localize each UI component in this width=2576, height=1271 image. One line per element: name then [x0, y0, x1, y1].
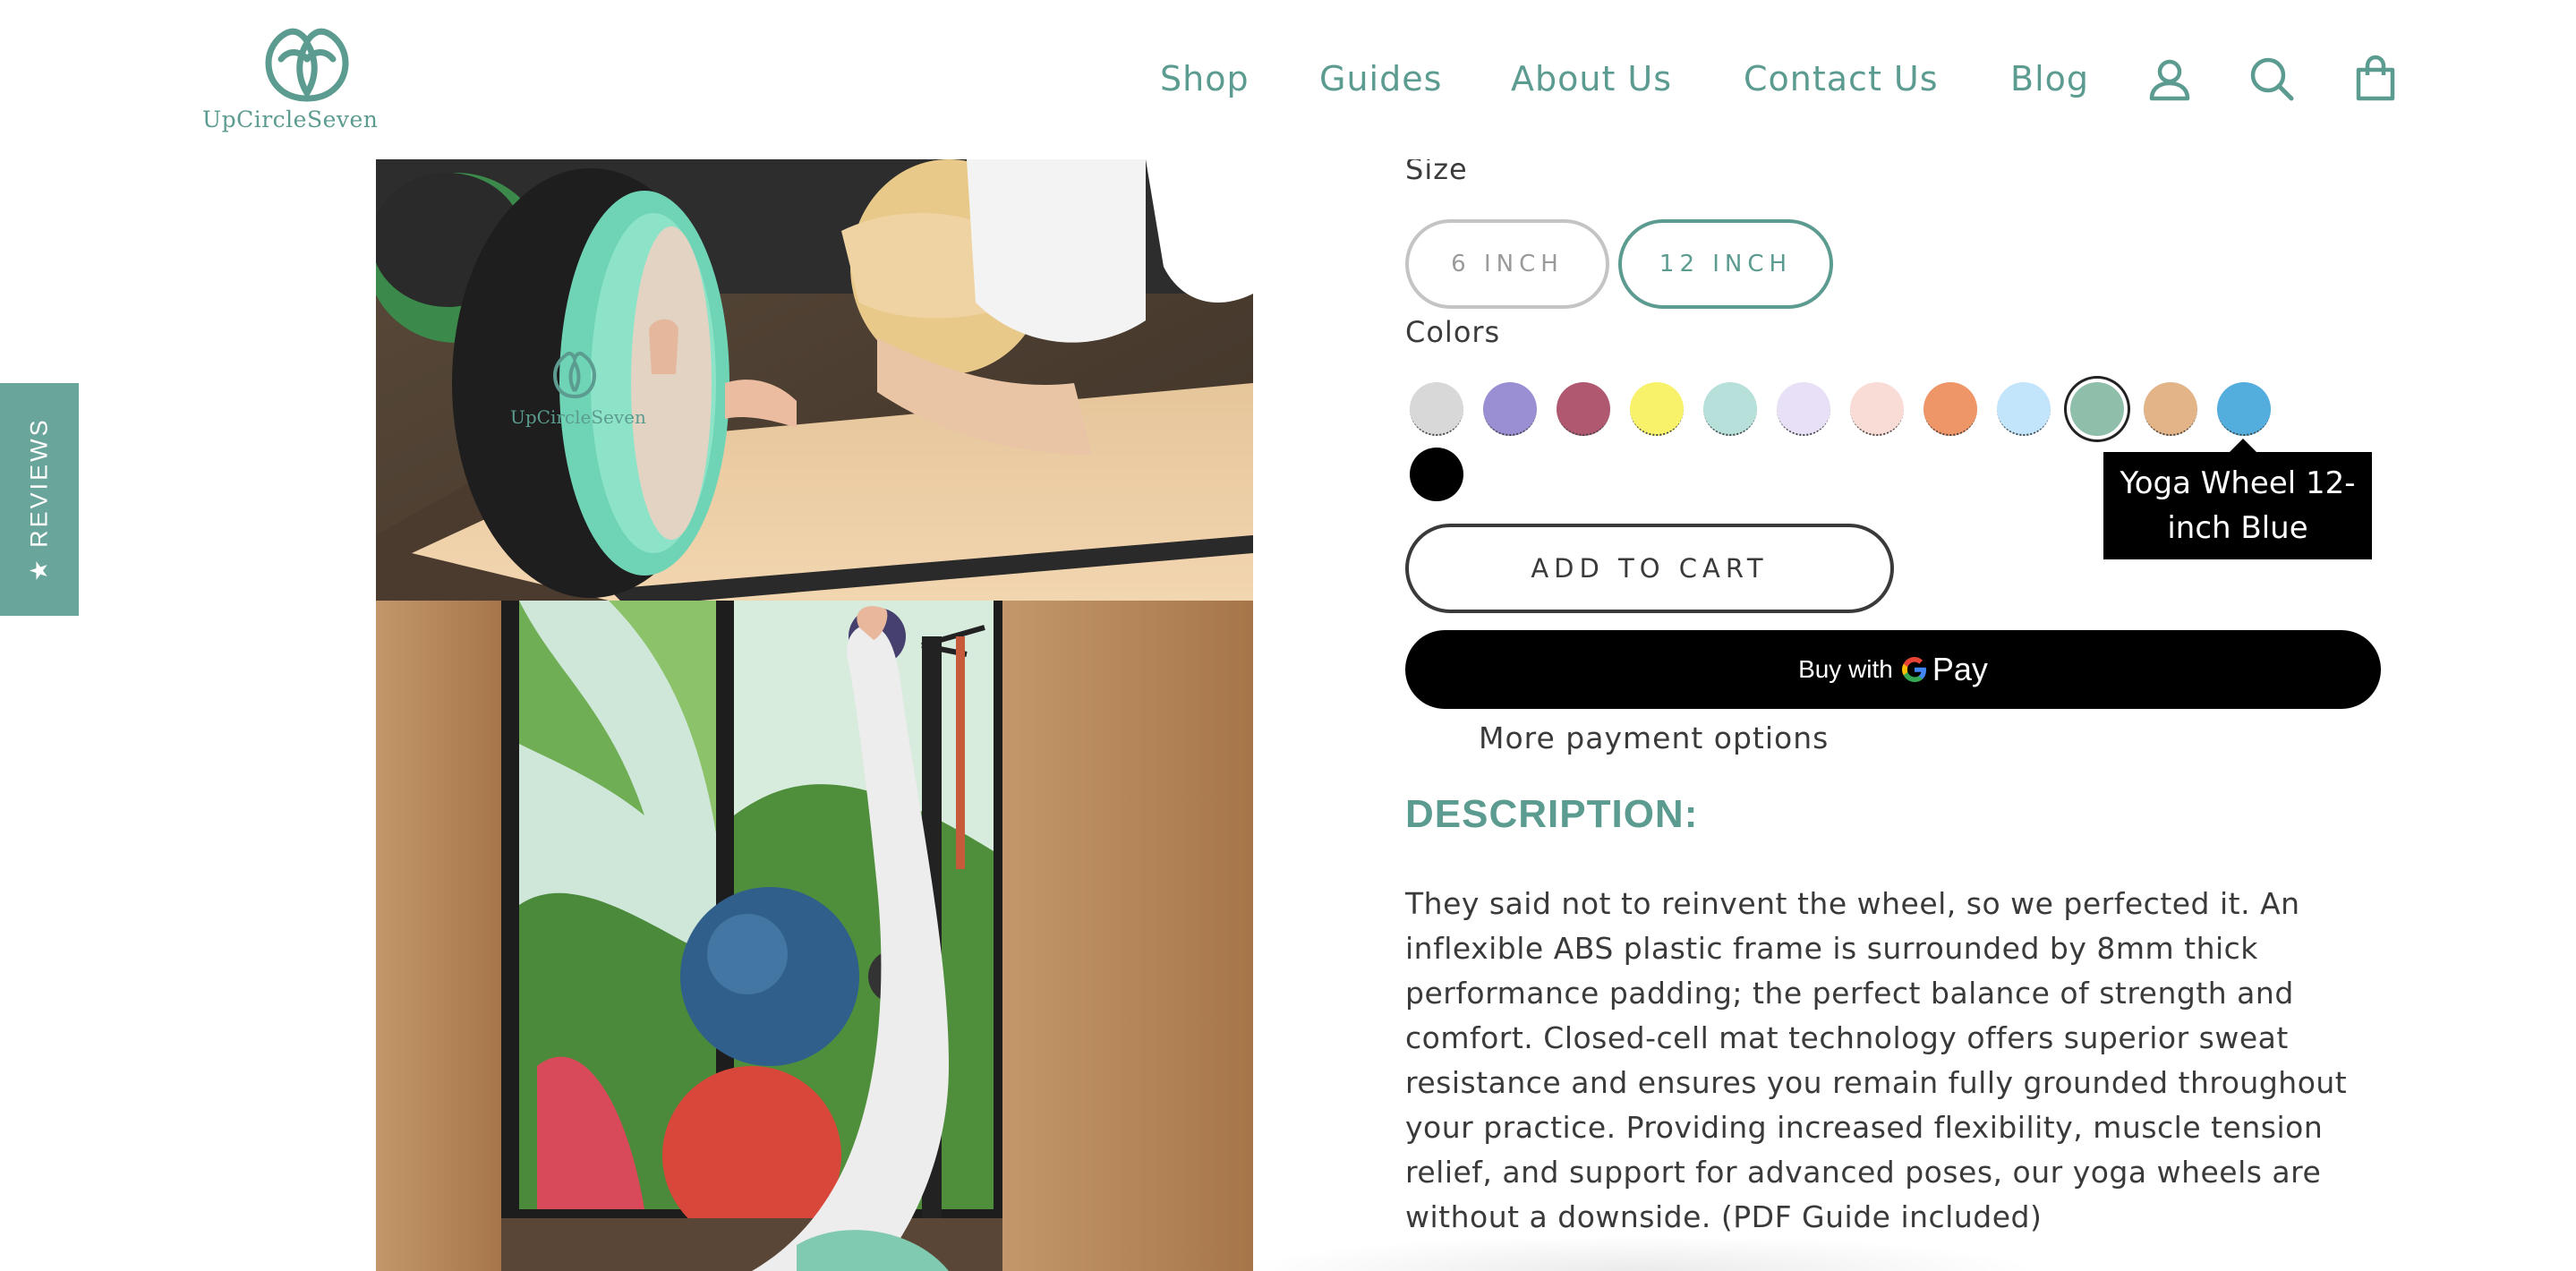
- color-swatch-4[interactable]: [1630, 382, 1684, 436]
- nav-contact-us[interactable]: Contact Us: [1744, 54, 1939, 104]
- color-swatch-5[interactable]: [1703, 382, 1757, 436]
- product-image-pose[interactable]: [376, 601, 1253, 1271]
- description-heading: DESCRIPTION:: [1405, 792, 1699, 836]
- site-header: UpCircleSeven Shop Guides About Us Conta…: [0, 0, 2576, 159]
- brand-wordmark: UpCircleSeven: [202, 107, 379, 132]
- bottom-shadow: [1235, 1235, 2041, 1271]
- reviews-tab[interactable]: ★ REVIEWS: [0, 383, 79, 616]
- color-swatch-13[interactable]: [1410, 448, 1463, 501]
- brand-logo[interactable]: UpCircleSeven: [202, 23, 412, 134]
- tooltip-arrow: [2229, 439, 2257, 453]
- product-image-wheel[interactable]: UpCircleSeven: [376, 159, 1253, 601]
- description-text: They said not to reinvent the wheel, so …: [1405, 886, 2348, 1234]
- color-tooltip: Yoga Wheel 12-inch Blue: [2103, 452, 2372, 559]
- add-to-cart-button[interactable]: ADD TO CART: [1405, 524, 1894, 613]
- search-icon[interactable]: [2247, 54, 2297, 104]
- color-swatch-11[interactable]: [2144, 382, 2197, 436]
- size-option-12-inch[interactable]: 12 INCH: [1618, 219, 1833, 309]
- color-swatch-6[interactable]: [1777, 382, 1830, 436]
- color-swatch-7[interactable]: [1850, 382, 1904, 436]
- wheel-logo-text: UpCircleSeven: [510, 406, 646, 428]
- colors-label: Colors: [1405, 315, 1501, 349]
- pay-label: Pay: [1932, 651, 1988, 687]
- google-g-icon: [1901, 657, 1926, 682]
- leaf-logo-icon: [265, 28, 349, 102]
- nav-about-us[interactable]: About Us: [1511, 54, 1672, 104]
- color-swatch-1[interactable]: [1410, 382, 1463, 436]
- color-swatch-3[interactable]: [1557, 382, 1610, 436]
- buy-with-label: Buy with: [1798, 655, 1893, 683]
- product-photo-pose: [376, 601, 1253, 1271]
- account-icon[interactable]: [2145, 54, 2195, 104]
- nav-shop[interactable]: Shop: [1160, 54, 1250, 104]
- color-swatch-10[interactable]: [2070, 382, 2124, 436]
- color-swatch-12[interactable]: [2217, 382, 2271, 436]
- color-swatch-8[interactable]: [1923, 382, 1977, 436]
- color-swatch-2[interactable]: [1483, 382, 1537, 436]
- nav-blog[interactable]: Blog: [2010, 54, 2089, 104]
- size-option-6-inch[interactable]: 6 INCH: [1405, 219, 1609, 309]
- nav-guides[interactable]: Guides: [1319, 54, 1442, 104]
- more-payment-options-link[interactable]: More payment options: [1479, 721, 1829, 755]
- cart-icon[interactable]: [2350, 54, 2401, 104]
- color-swatch-9[interactable]: [1997, 382, 2051, 436]
- product-photo-wheel: UpCircleSeven: [376, 159, 1253, 601]
- buy-with-google-pay-button[interactable]: Buy with Pay: [1405, 630, 2381, 709]
- reviews-tab-label: ★ REVIEWS: [25, 417, 53, 582]
